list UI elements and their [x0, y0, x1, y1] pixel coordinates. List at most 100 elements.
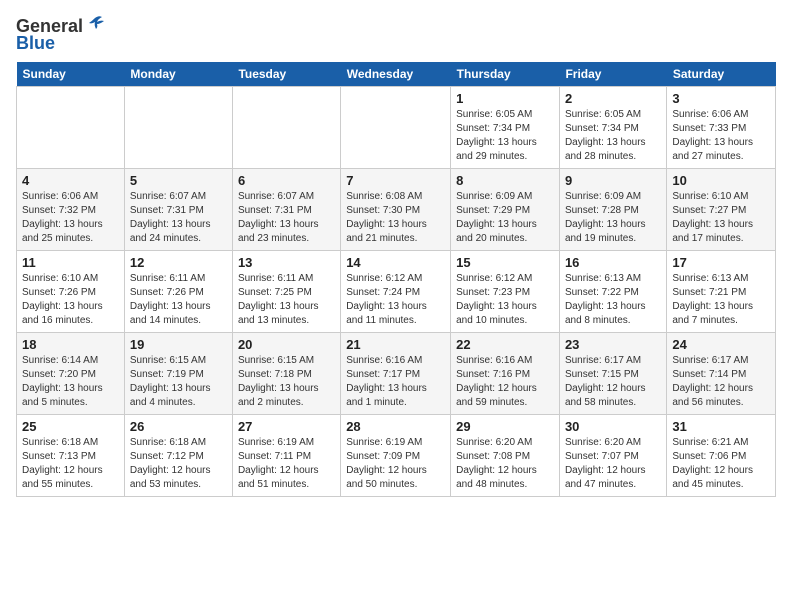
day-cell: 18 Sunrise: 6:14 AM Sunset: 7:20 PM Dayli…	[17, 333, 125, 415]
day-info: Sunrise: 6:13 AM Sunset: 7:22 PM Dayligh…	[565, 272, 661, 328]
day-number: 29	[456, 419, 554, 434]
logo: General Blue	[16, 16, 106, 54]
day-info: Sunrise: 6:07 AM Sunset: 7:31 PM Dayligh…	[238, 190, 335, 246]
day-info: Sunrise: 6:11 AM Sunset: 7:26 PM Dayligh…	[130, 272, 227, 328]
day-number: 18	[22, 337, 119, 352]
week-row-5: 25 Sunrise: 6:18 AM Sunset: 7:13 PM Dayli…	[17, 415, 776, 497]
day-info: Sunrise: 6:05 AM Sunset: 7:34 PM Dayligh…	[456, 108, 554, 164]
day-cell: 4 Sunrise: 6:06 AM Sunset: 7:32 PM Daylig…	[17, 169, 125, 251]
header-friday: Friday	[559, 62, 666, 87]
day-info: Sunrise: 6:11 AM Sunset: 7:25 PM Dayligh…	[238, 272, 335, 328]
day-info: Sunrise: 6:12 AM Sunset: 7:24 PM Dayligh…	[346, 272, 445, 328]
day-cell: 17 Sunrise: 6:13 AM Sunset: 7:21 PM Dayli…	[667, 251, 776, 333]
day-cell: 1 Sunrise: 6:05 AM Sunset: 7:34 PM Daylig…	[451, 87, 560, 169]
day-info: Sunrise: 6:18 AM Sunset: 7:13 PM Dayligh…	[22, 436, 119, 492]
day-cell: 30 Sunrise: 6:20 AM Sunset: 7:07 PM Dayli…	[559, 415, 666, 497]
day-info: Sunrise: 6:12 AM Sunset: 7:23 PM Dayligh…	[456, 272, 554, 328]
day-info: Sunrise: 6:19 AM Sunset: 7:09 PM Dayligh…	[346, 436, 445, 492]
day-number: 9	[565, 173, 661, 188]
day-cell: 13 Sunrise: 6:11 AM Sunset: 7:25 PM Dayli…	[232, 251, 340, 333]
day-number: 12	[130, 255, 227, 270]
day-cell: 20 Sunrise: 6:15 AM Sunset: 7:18 PM Dayli…	[232, 333, 340, 415]
day-info: Sunrise: 6:08 AM Sunset: 7:30 PM Dayligh…	[346, 190, 445, 246]
day-info: Sunrise: 6:21 AM Sunset: 7:06 PM Dayligh…	[672, 436, 770, 492]
day-info: Sunrise: 6:06 AM Sunset: 7:33 PM Dayligh…	[672, 108, 770, 164]
day-number: 25	[22, 419, 119, 434]
day-number: 16	[565, 255, 661, 270]
day-info: Sunrise: 6:14 AM Sunset: 7:20 PM Dayligh…	[22, 354, 119, 410]
day-number: 13	[238, 255, 335, 270]
day-info: Sunrise: 6:15 AM Sunset: 7:18 PM Dayligh…	[238, 354, 335, 410]
day-info: Sunrise: 6:13 AM Sunset: 7:21 PM Dayligh…	[672, 272, 770, 328]
day-number: 1	[456, 91, 554, 106]
day-number: 14	[346, 255, 445, 270]
day-number: 4	[22, 173, 119, 188]
day-cell: 22Sunrise: 6:16 AM Sunset: 7:16 PM Dayli…	[451, 333, 560, 415]
day-info: Sunrise: 6:05 AM Sunset: 7:34 PM Dayligh…	[565, 108, 661, 164]
day-cell: 26 Sunrise: 6:18 AM Sunset: 7:12 PM Dayli…	[124, 415, 232, 497]
day-cell: 15Sunrise: 6:12 AM Sunset: 7:23 PM Dayli…	[451, 251, 560, 333]
header-monday: Monday	[124, 62, 232, 87]
day-cell: 14 Sunrise: 6:12 AM Sunset: 7:24 PM Dayli…	[341, 251, 451, 333]
day-cell: 25 Sunrise: 6:18 AM Sunset: 7:13 PM Dayli…	[17, 415, 125, 497]
day-cell: 3Sunrise: 6:06 AM Sunset: 7:33 PM Daylig…	[667, 87, 776, 169]
header-saturday: Saturday	[667, 62, 776, 87]
day-cell: 16 Sunrise: 6:13 AM Sunset: 7:22 PM Dayli…	[559, 251, 666, 333]
week-row-3: 11Sunrise: 6:10 AM Sunset: 7:26 PM Dayli…	[17, 251, 776, 333]
day-cell: 9 Sunrise: 6:09 AM Sunset: 7:28 PM Daylig…	[559, 169, 666, 251]
day-info: Sunrise: 6:16 AM Sunset: 7:17 PM Dayligh…	[346, 354, 445, 410]
day-cell: 31 Sunrise: 6:21 AM Sunset: 7:06 PM Dayli…	[667, 415, 776, 497]
day-cell	[124, 87, 232, 169]
day-cell: 29 Sunrise: 6:20 AM Sunset: 7:08 PM Dayli…	[451, 415, 560, 497]
day-cell: 19 Sunrise: 6:15 AM Sunset: 7:19 PM Dayli…	[124, 333, 232, 415]
day-number: 2	[565, 91, 661, 106]
day-number: 30	[565, 419, 661, 434]
day-cell: 12 Sunrise: 6:11 AM Sunset: 7:26 PM Dayli…	[124, 251, 232, 333]
day-cell: 7 Sunrise: 6:08 AM Sunset: 7:30 PM Daylig…	[341, 169, 451, 251]
day-cell	[341, 87, 451, 169]
day-number: 26	[130, 419, 227, 434]
day-number: 24	[672, 337, 770, 352]
day-cell: 2 Sunrise: 6:05 AM Sunset: 7:34 PM Daylig…	[559, 87, 666, 169]
day-number: 10	[672, 173, 770, 188]
day-number: 20	[238, 337, 335, 352]
week-row-2: 4 Sunrise: 6:06 AM Sunset: 7:32 PM Daylig…	[17, 169, 776, 251]
day-info: Sunrise: 6:15 AM Sunset: 7:19 PM Dayligh…	[130, 354, 227, 410]
day-info: Sunrise: 6:10 AM Sunset: 7:26 PM Dayligh…	[22, 272, 119, 328]
header-tuesday: Tuesday	[232, 62, 340, 87]
day-info: Sunrise: 6:17 AM Sunset: 7:14 PM Dayligh…	[672, 354, 770, 410]
day-info: Sunrise: 6:18 AM Sunset: 7:12 PM Dayligh…	[130, 436, 227, 492]
day-number: 27	[238, 419, 335, 434]
calendar-table: SundayMondayTuesdayWednesdayThursdayFrid…	[16, 62, 776, 497]
day-info: Sunrise: 6:06 AM Sunset: 7:32 PM Dayligh…	[22, 190, 119, 246]
header: General Blue	[16, 16, 776, 54]
week-row-4: 18 Sunrise: 6:14 AM Sunset: 7:20 PM Dayli…	[17, 333, 776, 415]
day-cell: 23Sunrise: 6:17 AM Sunset: 7:15 PM Dayli…	[559, 333, 666, 415]
day-number: 19	[130, 337, 227, 352]
day-cell: 11Sunrise: 6:10 AM Sunset: 7:26 PM Dayli…	[17, 251, 125, 333]
header-wednesday: Wednesday	[341, 62, 451, 87]
day-info: Sunrise: 6:09 AM Sunset: 7:28 PM Dayligh…	[565, 190, 661, 246]
day-number: 7	[346, 173, 445, 188]
day-number: 21	[346, 337, 445, 352]
day-cell: 28 Sunrise: 6:19 AM Sunset: 7:09 PM Dayli…	[341, 415, 451, 497]
calendar-header-row: SundayMondayTuesdayWednesdayThursdayFrid…	[17, 62, 776, 87]
day-cell: 27Sunrise: 6:19 AM Sunset: 7:11 PM Dayli…	[232, 415, 340, 497]
day-info: Sunrise: 6:09 AM Sunset: 7:29 PM Dayligh…	[456, 190, 554, 246]
day-cell	[17, 87, 125, 169]
day-number: 6	[238, 173, 335, 188]
week-row-1: 1 Sunrise: 6:05 AM Sunset: 7:34 PM Daylig…	[17, 87, 776, 169]
day-number: 5	[130, 173, 227, 188]
day-info: Sunrise: 6:10 AM Sunset: 7:27 PM Dayligh…	[672, 190, 770, 246]
day-info: Sunrise: 6:20 AM Sunset: 7:07 PM Dayligh…	[565, 436, 661, 492]
day-number: 17	[672, 255, 770, 270]
day-number: 28	[346, 419, 445, 434]
day-info: Sunrise: 6:16 AM Sunset: 7:16 PM Dayligh…	[456, 354, 554, 410]
day-cell	[232, 87, 340, 169]
logo-bird-icon	[84, 14, 106, 36]
day-info: Sunrise: 6:07 AM Sunset: 7:31 PM Dayligh…	[130, 190, 227, 246]
day-number: 31	[672, 419, 770, 434]
day-cell: 24 Sunrise: 6:17 AM Sunset: 7:14 PM Dayli…	[667, 333, 776, 415]
day-cell: 8Sunrise: 6:09 AM Sunset: 7:29 PM Daylig…	[451, 169, 560, 251]
day-info: Sunrise: 6:20 AM Sunset: 7:08 PM Dayligh…	[456, 436, 554, 492]
